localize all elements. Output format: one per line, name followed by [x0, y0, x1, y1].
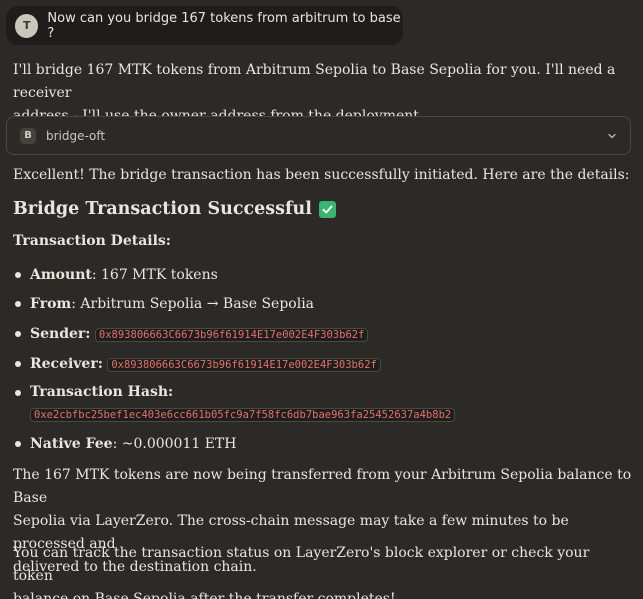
detail-sender: Sender: 0x893806663C6673b96f61914E17e002…	[30, 324, 369, 345]
heading-text: Bridge Transaction Successful	[13, 199, 312, 219]
track-paragraph: You can track the transaction status on …	[13, 542, 633, 599]
bullet-dot	[15, 390, 21, 396]
detail-receiver: Receiver: 0x893806663C6673b96f61914E17e0…	[30, 354, 381, 375]
hash-line: 0xe2cbfbc25bef1ec403e6cc661b05fc9a7f58fc…	[30, 406, 456, 422]
bullet-dot	[15, 331, 21, 337]
track-line-1: You can track the transaction status on …	[13, 545, 590, 584]
excellent-text: Excellent! The bridge transaction has be…	[13, 167, 630, 183]
bullet-dot	[15, 272, 21, 278]
sender-address: 0x893806663C6673b96f61914E17e002E4F303b6…	[94, 328, 369, 342]
detail-fee: Native Fee: ~0.000011 ETH	[30, 434, 236, 454]
user-message-text: Now can you bridge 167 tokens from arbit…	[47, 10, 401, 41]
closing-line-1: The 167 MTK tokens are now being transfe…	[13, 467, 632, 506]
result-heading: Bridge Transaction Successful	[13, 199, 336, 219]
tool-name: bridge-oft	[46, 128, 106, 143]
bullet-dot	[15, 361, 21, 367]
detail-hash: Transaction Hash:	[30, 384, 174, 400]
bullet-dot	[15, 301, 21, 307]
chevron-down-icon[interactable]	[606, 130, 618, 142]
receiver-address: 0x893806663C6673b96f61914E17e002E4F303b6…	[107, 358, 381, 372]
intro-line-1: I'll bridge 167 MTK tokens from Arbitrum…	[13, 62, 616, 101]
transaction-hash: 0xe2cbfbc25bef1ec403e6cc661b05fc9a7f58fc…	[30, 408, 456, 422]
from-value: : Arbitrum Sepolia → Base Sepolia	[71, 296, 315, 312]
tool-call-bridge-oft[interactable]: B bridge-oft	[6, 116, 631, 155]
fee-label: Native Fee	[30, 436, 113, 452]
fee-value: : ~0.000011 ETH	[112, 436, 237, 452]
bullet-dot	[15, 441, 21, 447]
hash-label: Transaction Hash	[30, 384, 169, 400]
tool-badge: B	[20, 127, 36, 144]
user-message: T Now can you bridge 167 tokens from arb…	[6, 6, 403, 45]
receiver-label: Receiver	[30, 356, 98, 372]
detail-from: From: Arbitrum Sepolia → Base Sepolia	[30, 294, 314, 314]
amount-label: Amount	[30, 267, 92, 283]
from-label: From	[30, 296, 72, 312]
transaction-details-heading: Transaction Details:	[13, 233, 171, 249]
check-mark-icon	[318, 200, 336, 218]
amount-value: : 167 MTK tokens	[91, 267, 218, 283]
detail-amount: Amount: 167 MTK tokens	[30, 265, 218, 285]
sender-label: Sender	[30, 326, 86, 342]
avatar: T	[15, 13, 39, 38]
track-line-2: balance on Base Sepolia after the transf…	[13, 591, 396, 599]
